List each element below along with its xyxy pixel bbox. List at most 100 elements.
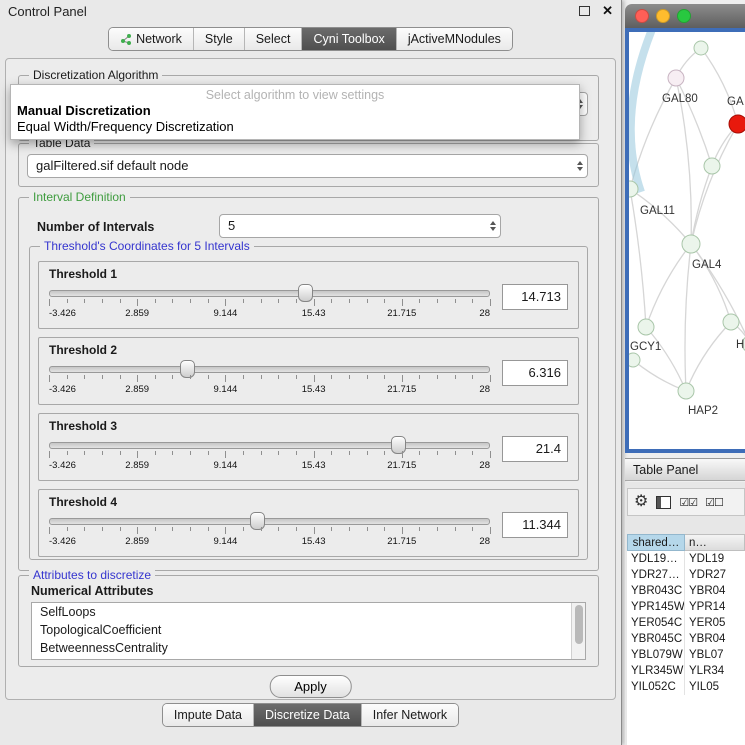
slider-scale-label: 2.859: [125, 308, 149, 319]
tab-style[interactable]: Style: [193, 28, 244, 50]
slider-tick: [225, 451, 226, 458]
table-row[interactable]: YDL19…YDL19: [627, 551, 745, 567]
slider-scale-label: 9.144: [214, 536, 238, 547]
zoom-traffic-light-icon[interactable]: [677, 9, 691, 23]
table-row[interactable]: YBR043CYBR04: [627, 583, 745, 599]
slider-track[interactable]: [49, 290, 490, 297]
slider-tick: [84, 451, 85, 455]
GA-node[interactable]: [729, 115, 745, 133]
threshold-slider[interactable]: -3.4262.8599.14415.4321.71528: [49, 360, 490, 396]
float-window-icon[interactable]: [579, 6, 590, 16]
interval-definition-group: Interval Definition Number of Intervals …: [18, 197, 599, 571]
network-node[interactable]: [629, 353, 640, 367]
slider-tick: [331, 451, 332, 455]
scrollbar-thumb[interactable]: [575, 605, 583, 644]
threshold-value-field[interactable]: 14.713: [502, 284, 568, 310]
slider-tick: [367, 375, 368, 379]
minimize-traffic-light-icon[interactable]: [656, 9, 670, 23]
table-row[interactable]: YIL052CYIL05: [627, 679, 745, 695]
slider-tick: [225, 299, 226, 306]
number-of-intervals-combobox[interactable]: 5: [219, 214, 501, 238]
columns-icon[interactable]: [656, 496, 671, 509]
tab-cyni-toolbox[interactable]: Cyni Toolbox: [301, 28, 395, 50]
tab-select[interactable]: Select: [244, 28, 302, 50]
control-panel-titlebar[interactable]: Control Panel ✕: [0, 0, 621, 22]
attributes-scrollbar[interactable]: [571, 603, 585, 659]
network-node[interactable]: [723, 314, 739, 330]
threshold-value-field[interactable]: 21.4: [502, 436, 568, 462]
threshold-value-field[interactable]: 11.344: [502, 512, 568, 538]
slider-tick: [296, 299, 297, 303]
table-row[interactable]: YER054CYER05: [627, 615, 745, 631]
attribute-list-item[interactable]: SelfLoops: [32, 603, 585, 621]
slider-tick: [419, 375, 420, 379]
tab-infer-network[interactable]: Infer Network: [361, 704, 458, 726]
cell-name: YBL07: [685, 647, 745, 663]
threshold-slider[interactable]: -3.4262.8599.14415.4321.71528: [49, 284, 490, 320]
select-some-columns-icon[interactable]: ☑☐: [705, 496, 723, 509]
combo-stepper-icon[interactable]: [490, 221, 496, 231]
table-panel-header[interactable]: Table Panel: [625, 458, 745, 481]
slider-tick: [172, 375, 173, 379]
cell-shared-name: YLR345W: [627, 663, 685, 679]
tab-discretize-data[interactable]: Discretize Data: [253, 704, 361, 726]
network-node[interactable]: [704, 158, 720, 174]
tab-impute-data[interactable]: Impute Data: [163, 704, 253, 726]
tab-jactivemnodules[interactable]: jActiveMNodules: [396, 28, 512, 50]
slider-tick: [402, 451, 403, 458]
table-row[interactable]: YLR345WYLR34: [627, 663, 745, 679]
threshold-slider[interactable]: -3.4262.8599.14415.4321.71528: [49, 512, 490, 548]
slider-tick: [296, 527, 297, 531]
network-window-titlebar[interactable]: [625, 4, 745, 28]
table-data-combobox[interactable]: galFiltered.sif default node: [27, 154, 588, 178]
slider-track[interactable]: [49, 518, 490, 525]
column-header-name[interactable]: n…: [685, 534, 745, 551]
slider-scale-label: 15.43: [302, 536, 326, 547]
GCY1-node[interactable]: [638, 319, 654, 335]
combo-stepper-icon[interactable]: [577, 161, 583, 171]
select-all-columns-icon[interactable]: ☑☑: [679, 496, 697, 509]
slider-tick: [172, 299, 173, 303]
attributes-listbox[interactable]: SelfLoopsTopologicalCoefficientBetweenne…: [31, 602, 586, 660]
threshold-label: Threshold 1: [49, 267, 568, 281]
dropdown-item-equal-width[interactable]: Equal Width/Frequency Discretization: [11, 119, 579, 135]
attribute-list-item[interactable]: BetweennessCentrality: [32, 639, 585, 657]
tab-network[interactable]: Network: [109, 28, 193, 50]
table-row[interactable]: YPR145WYPR14: [627, 599, 745, 615]
threshold-slider[interactable]: -3.4262.8599.14415.4321.71528: [49, 436, 490, 472]
column-header-shared-name[interactable]: shared…: [627, 534, 685, 551]
slider-tick: [349, 527, 350, 531]
table-row[interactable]: YBL079WYBL07: [627, 647, 745, 663]
tab-label: jActiveMNodules: [408, 32, 501, 46]
network-canvas[interactable]: GAL80GAGAL11GAL4GCY1HHAP2: [629, 32, 745, 449]
cell-shared-name: YPR145W: [627, 599, 685, 615]
table-row[interactable]: YBR045CYBR04: [627, 631, 745, 647]
slider-tick: [243, 451, 244, 455]
slider-tick: [208, 299, 209, 303]
bottom-tab-bar: Impute Data Discretize Data Infer Networ…: [162, 703, 459, 727]
slider-scale: -3.4262.8599.14415.4321.71528: [49, 536, 490, 547]
slider-track[interactable]: [49, 442, 490, 449]
gear-icon[interactable]: ⚙: [634, 494, 648, 510]
close-traffic-light-icon[interactable]: [635, 9, 649, 23]
apply-button[interactable]: Apply: [269, 675, 352, 698]
HAP2-node[interactable]: [678, 383, 694, 399]
slider-scale: -3.4262.8599.14415.4321.71528: [49, 384, 490, 395]
close-icon[interactable]: ✕: [602, 3, 613, 19]
cell-name: YPR14: [685, 599, 745, 615]
GAL4-node[interactable]: [682, 235, 700, 253]
slider-tick: [102, 299, 103, 303]
attribute-list-item[interactable]: TopologicalCoefficient: [32, 621, 585, 639]
table-row[interactable]: YDR27…YDR27: [627, 567, 745, 583]
GAL80-node[interactable]: [668, 70, 684, 86]
dropdown-item-manual-discretization[interactable]: Manual Discretization: [11, 103, 579, 119]
slider-tick: [455, 375, 456, 379]
threshold-value-field[interactable]: 6.316: [502, 360, 568, 386]
network-node[interactable]: [694, 41, 708, 55]
slider-tick: [384, 527, 385, 531]
slider-track[interactable]: [49, 366, 490, 373]
slider-tick: [67, 299, 68, 303]
slider-tick: [67, 375, 68, 379]
slider-tick: [155, 451, 156, 455]
slider-tick: [314, 299, 315, 306]
